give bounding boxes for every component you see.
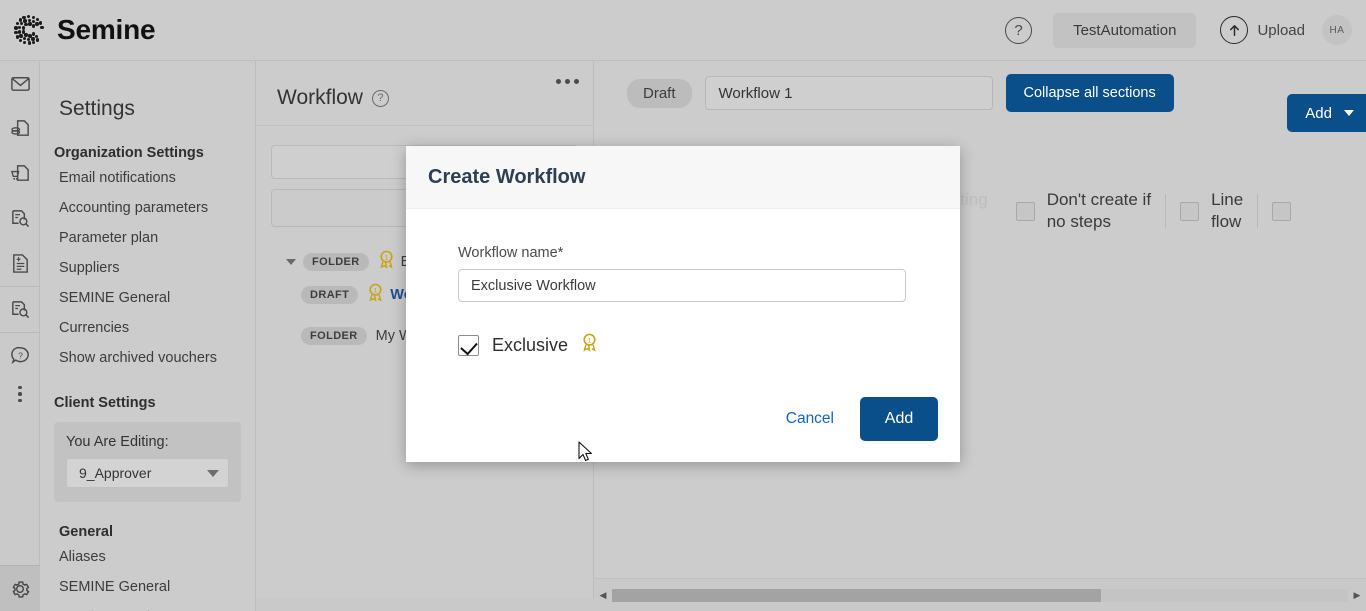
upload-button[interactable]: Upload	[1220, 16, 1305, 44]
workflow-panel-header: Workflow ?	[256, 61, 593, 126]
help-icon[interactable]: ?	[1005, 17, 1032, 44]
sidebar-item-semine-general-client[interactable]: SEMINE General	[40, 572, 255, 602]
upload-label: Upload	[1257, 22, 1305, 39]
option-line-flow[interactable]: Line flow	[1166, 180, 1257, 242]
top-header: Semine ? TestAutomation Upload HA	[0, 0, 1366, 61]
editor-toolbar: Draft Workflow 1 Collapse all sections	[594, 61, 1366, 125]
sidebar-item-suppliers[interactable]: Suppliers	[40, 253, 255, 283]
sidebar-item-currencies[interactable]: Currencies	[40, 313, 255, 343]
workflow-title-text: Workflow	[277, 86, 363, 110]
icon-rail: ?	[0, 61, 40, 611]
envelope-icon[interactable]	[0, 61, 40, 106]
scrollbar-thumb[interactable]	[612, 589, 1101, 602]
exclusive-checkbox-row[interactable]: Exclusive 1	[458, 333, 908, 357]
header-actions: ? TestAutomation Upload HA	[1005, 13, 1366, 48]
option-label: Don't create if no steps	[1047, 189, 1151, 233]
document-search-icon[interactable]	[0, 196, 40, 241]
you-are-editing-label: You Are Editing:	[66, 434, 229, 458]
brand-logo[interactable]: Semine	[0, 13, 155, 47]
mouse-cursor	[578, 441, 593, 467]
svg-text:1: 1	[374, 288, 378, 295]
svg-text:1: 1	[588, 338, 592, 345]
cancel-button[interactable]: Cancel	[786, 410, 834, 428]
checkbox[interactable]	[1272, 202, 1291, 221]
checkbox[interactable]	[1180, 202, 1199, 221]
sidebar-item-show-archived-vouchers[interactable]: Show archived vouchers	[40, 343, 255, 373]
dialog-title: Create Workflow	[428, 166, 585, 189]
sidebar-item-semine-general[interactable]: SEMINE General	[40, 283, 255, 313]
scrollbar-track[interactable]	[612, 589, 1348, 602]
page-title: Settings	[40, 61, 255, 121]
document-magnifier-icon[interactable]	[0, 287, 40, 332]
tree-chip: FOLDER	[301, 327, 367, 345]
you-are-editing-card: You Are Editing: 9_Approver	[54, 422, 241, 502]
exclusive-medal-icon: 1	[378, 250, 395, 273]
dialog-header: Create Workflow	[406, 146, 960, 209]
triangle-right-icon[interactable]: ▶	[1348, 590, 1366, 601]
document-cart-icon[interactable]	[0, 151, 40, 196]
status-badge: Draft	[627, 79, 692, 108]
help-chat-icon[interactable]: ?	[0, 333, 40, 378]
client-select-value: 9_Approver	[79, 465, 151, 481]
tenant-button[interactable]: TestAutomation	[1053, 13, 1196, 48]
add-button-label: Add	[1305, 105, 1332, 122]
brand-name: Semine	[57, 14, 155, 46]
collapse-all-sections-button[interactable]: Collapse all sections	[1006, 74, 1174, 112]
dialog-add-button[interactable]: Add	[860, 397, 938, 441]
workflow-panel-title: Workflow ?	[277, 86, 389, 110]
svg-text:1: 1	[384, 255, 388, 262]
horizontal-scrollbar[interactable]: ◀ ▶	[594, 578, 1366, 611]
workflow-name-field[interactable]: Exclusive Workflow	[458, 269, 906, 302]
option-dont-create-if-no-steps[interactable]: Don't create if no steps	[1002, 180, 1165, 242]
checkbox[interactable]	[1016, 202, 1035, 221]
workflow-name-input[interactable]: Workflow 1	[705, 76, 993, 110]
svg-text:?: ?	[18, 350, 23, 360]
general-heading: General	[40, 502, 255, 542]
tree-chip: FOLDER	[303, 253, 369, 271]
organization-settings-heading: Organization Settings	[40, 121, 255, 163]
dotted-circle-logo-icon	[12, 13, 46, 47]
exclusive-medal-icon: 1	[581, 333, 598, 357]
app-root: Semine ? TestAutomation Upload HA	[0, 0, 1366, 611]
avatar[interactable]: HA	[1322, 15, 1352, 45]
sidebar-item-email-notifications[interactable]: Email notifications	[40, 163, 255, 193]
workflow-name-label: Workflow name*	[458, 245, 908, 269]
dialog-body: Workflow name* Exclusive Workflow Exclus…	[406, 209, 960, 357]
sidebar-item-aliases[interactable]: Aliases	[40, 542, 255, 572]
tree-chip: DRAFT	[301, 286, 358, 304]
option-partial[interactable]	[1258, 180, 1291, 242]
settings-sidebar: Settings Organization Settings Email not…	[40, 61, 256, 611]
dialog-footer: Cancel Add	[786, 397, 938, 441]
sidebar-item-voucher-numbers[interactable]: Voucher Numbers	[40, 602, 255, 611]
sidebar-item-parameter-plan[interactable]: Parameter plan	[40, 223, 255, 253]
add-button[interactable]: Add	[1287, 94, 1366, 132]
upload-arrow-circle-icon	[1220, 16, 1248, 44]
option-label: Line flow	[1211, 189, 1243, 233]
chevron-down-icon	[1344, 110, 1354, 116]
triangle-left-icon[interactable]: ◀	[594, 590, 612, 601]
document-stack-icon[interactable]	[0, 106, 40, 151]
exclusive-label: Exclusive	[492, 335, 568, 356]
invoice-dollar-icon[interactable]	[0, 241, 40, 286]
exclusive-checkbox[interactable]	[458, 335, 479, 356]
create-workflow-dialog: Create Workflow Workflow name* Exclusive…	[406, 146, 960, 462]
chevron-down-icon[interactable]	[286, 259, 296, 265]
client-select[interactable]: 9_Approver	[66, 458, 229, 488]
gear-icon[interactable]	[0, 565, 40, 611]
question-mark-icon[interactable]: ?	[372, 90, 389, 107]
chevron-down-icon	[207, 470, 219, 477]
horizontal-dots-icon[interactable]	[556, 79, 579, 84]
vertical-dots-icon[interactable]	[0, 378, 40, 410]
exclusive-medal-icon: 1	[367, 283, 384, 306]
sidebar-item-accounting-parameters[interactable]: Accounting parameters	[40, 193, 255, 223]
client-settings-heading: Client Settings	[40, 373, 255, 413]
